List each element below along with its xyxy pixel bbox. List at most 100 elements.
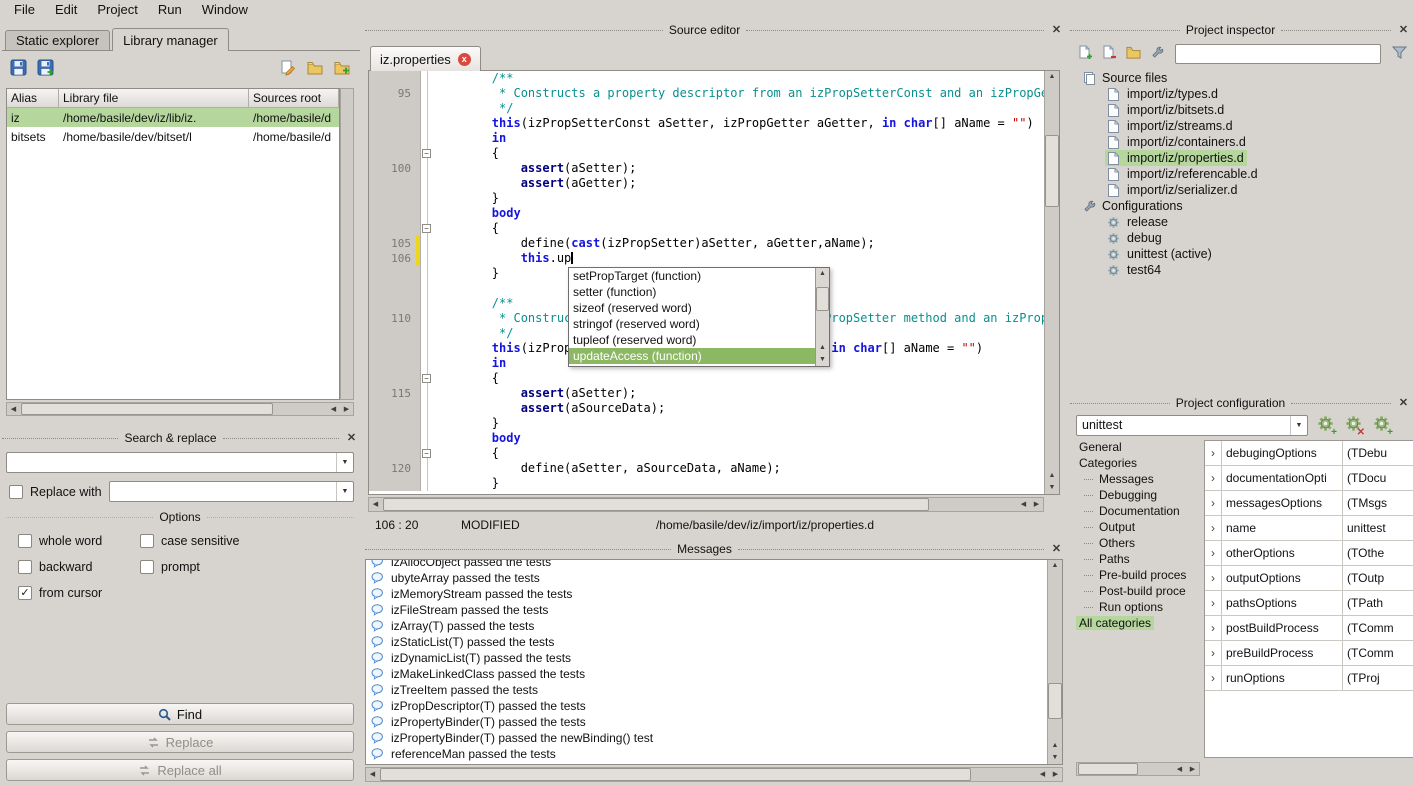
add-folder-button[interactable] bbox=[1122, 43, 1144, 65]
property-row-debugingoptions[interactable]: ›debugingOptions(TDebu bbox=[1205, 441, 1413, 466]
property-row-messagesoptions[interactable]: ›messagesOptions(TMsgs bbox=[1205, 491, 1413, 516]
scroll-arrow-icon[interactable]: ◀ bbox=[327, 403, 340, 416]
scroll-thumb[interactable] bbox=[1078, 763, 1138, 775]
message-row[interactable]: izArray(T) passed the tests bbox=[366, 618, 1046, 634]
message-row[interactable]: ubyteArray passed the tests bbox=[366, 570, 1046, 586]
checkbox-icon[interactable] bbox=[140, 534, 154, 548]
menu-item-file[interactable]: File bbox=[4, 0, 45, 20]
scroll-arrow-icon[interactable]: ◀ bbox=[1173, 763, 1186, 776]
tree-item-import-iz-referencable-d[interactable]: import/iz/referencable.d bbox=[1072, 166, 1410, 182]
menu-item-run[interactable]: Run bbox=[148, 0, 192, 20]
completion-item-setter-function[interactable]: setter (function) bbox=[569, 284, 815, 300]
messages-horizontal-scrollbar[interactable]: ◀◀▶ bbox=[365, 767, 1063, 782]
category-categories[interactable]: Categories bbox=[1076, 455, 1200, 471]
category-documentation[interactable]: Documentation bbox=[1076, 503, 1200, 519]
code-line[interactable]: in bbox=[369, 131, 1044, 146]
message-row[interactable]: izTreeItem passed the tests bbox=[366, 682, 1046, 698]
tree-item-import-iz-bitsets-d[interactable]: import/iz/bitsets.d bbox=[1072, 102, 1410, 118]
property-value[interactable]: (TMsgs bbox=[1343, 491, 1413, 515]
save-libraries-as-button[interactable] bbox=[33, 57, 57, 81]
scroll-arrow-icon[interactable]: ▶ bbox=[1049, 768, 1062, 781]
code-line[interactable]: 115 assert(aSetter); bbox=[369, 386, 1044, 401]
property-value[interactable]: (TDocu bbox=[1343, 466, 1413, 490]
expand-chevron-icon[interactable]: › bbox=[1205, 641, 1222, 665]
project-settings-button[interactable] bbox=[1146, 43, 1168, 65]
scroll-arrow-icon[interactable]: ▶ bbox=[1186, 763, 1199, 776]
close-project-inspector-icon[interactable]: ✕ bbox=[1397, 24, 1410, 37]
code-line[interactable]: /** bbox=[369, 71, 1044, 86]
checkbox-icon[interactable] bbox=[140, 560, 154, 574]
expand-chevron-icon[interactable]: › bbox=[1205, 616, 1222, 640]
category-pre-build-proces[interactable]: Pre-build proces bbox=[1076, 567, 1200, 583]
code-line[interactable]: 120 define(aSetter, aSourceData, aName); bbox=[369, 461, 1044, 476]
tree-item-test64[interactable]: test64 bbox=[1072, 262, 1410, 278]
scroll-arrow-icon[interactable]: ◀ bbox=[366, 768, 379, 781]
scroll-arrow-icon[interactable]: ▼ bbox=[1049, 752, 1062, 764]
scroll-arrow-icon[interactable]: ◀ bbox=[369, 498, 382, 511]
property-value[interactable]: (TPath bbox=[1343, 591, 1413, 615]
property-row-documentationopti[interactable]: ›documentationOpti(TDocu bbox=[1205, 466, 1413, 491]
tree-item-import-iz-properties-d[interactable]: import/iz/properties.d bbox=[1072, 150, 1410, 166]
scroll-thumb[interactable] bbox=[816, 287, 829, 311]
scroll-arrow-icon[interactable]: ◀ bbox=[7, 403, 20, 416]
completion-item-stringof-reserved-word[interactable]: stringof (reserved word) bbox=[569, 316, 815, 332]
property-row-outputoptions[interactable]: ›outputOptions(TOutp bbox=[1205, 566, 1413, 591]
category-messages[interactable]: Messages bbox=[1076, 471, 1200, 487]
column-header-sources-root[interactable]: Sources root bbox=[249, 89, 339, 107]
category-paths[interactable]: Paths bbox=[1076, 551, 1200, 567]
fold-marker-icon[interactable]: − bbox=[422, 149, 431, 158]
category-general[interactable]: General bbox=[1076, 439, 1200, 455]
messages-vertical-scrollbar[interactable]: ▲▲▼ bbox=[1047, 560, 1062, 764]
library-vertical-scrollbar[interactable] bbox=[340, 88, 354, 400]
scroll-thumb[interactable] bbox=[21, 403, 273, 415]
configuration-selector[interactable]: unittest ▼ bbox=[1076, 415, 1308, 436]
category-others[interactable]: Others bbox=[1076, 535, 1200, 551]
code-line[interactable]: assert(aGetter); bbox=[369, 176, 1044, 191]
save-libraries-button[interactable] bbox=[6, 57, 30, 81]
tree-item-import-iz-containers-d[interactable]: import/iz/containers.d bbox=[1072, 134, 1410, 150]
open-library-button[interactable] bbox=[303, 57, 327, 81]
expand-chevron-icon[interactable]: › bbox=[1205, 466, 1222, 490]
search-dropdown-icon[interactable]: ▼ bbox=[336, 453, 353, 472]
tab-static-explorer[interactable]: Static explorer bbox=[5, 30, 110, 50]
tree-item-debug[interactable]: debug bbox=[1072, 230, 1410, 246]
replace-dropdown-icon[interactable]: ▼ bbox=[336, 482, 353, 501]
library-row-bitsets[interactable]: bitsets/home/basile/dev/bitset/l/home/ba… bbox=[7, 127, 339, 146]
replace-with-checkbox[interactable] bbox=[9, 485, 23, 499]
checkbox-icon[interactable] bbox=[18, 560, 32, 574]
message-row[interactable]: referenceMan passed the tests bbox=[366, 746, 1046, 762]
scroll-arrow-icon[interactable]: ▲ bbox=[1049, 740, 1062, 752]
column-header-alias[interactable]: Alias bbox=[7, 89, 59, 107]
scroll-arrow-icon[interactable]: ▲ bbox=[1046, 71, 1059, 83]
scroll-thumb[interactable] bbox=[1048, 683, 1062, 719]
find-button[interactable]: Find bbox=[6, 703, 354, 725]
code-line[interactable]: */ bbox=[369, 101, 1044, 116]
code-line[interactable]: 100 assert(aSetter); bbox=[369, 161, 1044, 176]
menu-item-edit[interactable]: Edit bbox=[45, 0, 87, 20]
remove-source-button[interactable] bbox=[1098, 43, 1120, 65]
edit-library-button[interactable] bbox=[276, 57, 300, 81]
expand-chevron-icon[interactable]: › bbox=[1205, 666, 1222, 690]
expand-chevron-icon[interactable]: › bbox=[1205, 491, 1222, 515]
property-row-postbuildprocess[interactable]: ›postBuildProcess(TComm bbox=[1205, 616, 1413, 641]
message-row[interactable]: izPropertyBinder(T) passed the newBindin… bbox=[366, 730, 1046, 746]
message-row[interactable]: izFileStream passed the tests bbox=[366, 602, 1046, 618]
scroll-track[interactable] bbox=[382, 498, 1017, 511]
remove-configuration-button[interactable]: ✕ bbox=[1342, 414, 1364, 436]
property-value[interactable]: (TOutp bbox=[1343, 566, 1413, 590]
code-line[interactable]: − { bbox=[369, 221, 1044, 236]
message-row[interactable]: izAllocObject passed the tests bbox=[366, 559, 1046, 570]
editor-horizontal-scrollbar[interactable]: ◀◀▶ bbox=[368, 497, 1044, 512]
scroll-thumb[interactable] bbox=[1045, 135, 1059, 207]
close-project-configuration-icon[interactable]: ✕ bbox=[1397, 397, 1410, 410]
filter-button[interactable] bbox=[1388, 43, 1410, 65]
option-from-cursor[interactable]: ✓from cursor bbox=[18, 585, 140, 600]
property-value[interactable]: (TOthe bbox=[1343, 541, 1413, 565]
scroll-track[interactable] bbox=[816, 280, 829, 342]
scroll-arrow-icon[interactable]: ▶ bbox=[340, 403, 353, 416]
category-output[interactable]: Output bbox=[1076, 519, 1200, 535]
property-row-prebuildprocess[interactable]: ›preBuildProcess(TComm bbox=[1205, 641, 1413, 666]
option-prompt[interactable]: prompt bbox=[140, 559, 346, 574]
scroll-arrow-icon[interactable]: ◀ bbox=[1036, 768, 1049, 781]
code-line[interactable]: 106 this.up bbox=[369, 251, 1044, 266]
